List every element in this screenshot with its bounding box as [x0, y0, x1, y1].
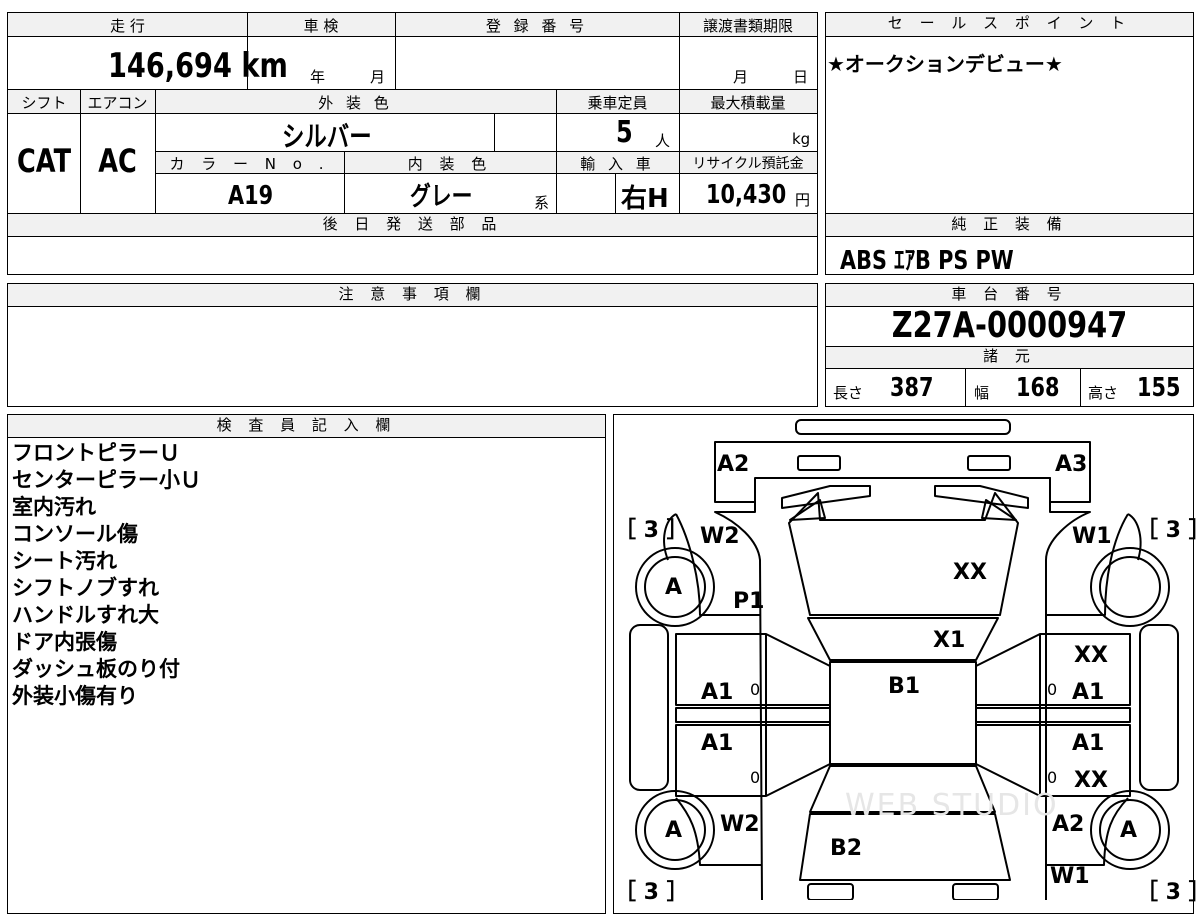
inspector-line: センターピラー小Ｕ: [12, 468, 201, 492]
mark-wheel-rear-left: A: [665, 818, 683, 843]
mark-xx-door-rear-right: XX: [1074, 768, 1108, 793]
inspector-line: 室内汚れ: [12, 495, 96, 519]
length-label: 長さ: [833, 384, 864, 402]
notes-header: 注 意 事 項 欄: [8, 284, 817, 306]
shift-header: シフト: [21, 94, 67, 112]
mark-w1-front: W1: [1072, 524, 1112, 549]
interior-color-value: グレー: [410, 182, 473, 212]
exterior-color-header: 外 装 色: [318, 94, 393, 112]
wheel-front-right: [1090, 547, 1170, 627]
inspection-header: 車 検: [303, 17, 339, 35]
capacity-unit: 人: [655, 132, 671, 150]
height-value: 155: [1137, 373, 1181, 403]
dimensions-header: 諸 元: [826, 346, 1193, 368]
exterior-color-value: シルバー: [282, 120, 372, 153]
inspector-line: フロントピラーＵ: [12, 441, 180, 465]
watermark: WEB STUDIO: [845, 788, 1059, 823]
mark-zero-front-right: 0: [1047, 680, 1058, 699]
later-parts-header: 後 日 発 送 部 品: [8, 214, 817, 236]
mark-wheel-rear-right: A: [1120, 818, 1138, 843]
mark-a2-rear: A2: [1052, 812, 1085, 837]
mark-p1: P1: [733, 589, 765, 614]
mark-a1-door-rear-left: A1: [701, 731, 734, 756]
mileage-value: 146,694 km: [108, 46, 288, 86]
mark-zero-rear-right: 0: [1047, 768, 1058, 787]
mark-w1-rear: W1: [1050, 864, 1090, 889]
deadline-month-label: 月: [733, 68, 749, 86]
inspector-line: コンソール傷: [12, 522, 138, 546]
inspector-line: 外装小傷有り: [12, 684, 138, 708]
recycle-value: 10,430: [706, 180, 787, 210]
inspection-year-label: 年: [310, 68, 326, 86]
mark-a3-front: A3: [1055, 452, 1088, 477]
length-value: 387: [890, 373, 934, 403]
mark-zero-front-left: 0: [750, 680, 761, 699]
capacity-value: 5: [616, 115, 633, 150]
transfer-deadline-header: 譲渡書類期限: [702, 17, 793, 35]
shift-value: CAT: [16, 142, 72, 180]
deadline-day-label: 日: [793, 68, 809, 86]
mark-wheel-front-left: A: [665, 575, 683, 600]
left-sill: [629, 624, 669, 791]
sales-point-text: ★オークションデビュー★: [827, 52, 1063, 76]
mark-w2-rear: W2: [720, 812, 760, 837]
import-header: 輸 入 車: [580, 155, 655, 173]
inspector-line: シフトノブすれ: [12, 576, 159, 600]
tire-tread-front-right: ［ 3 ］: [1136, 518, 1200, 543]
height-label: 高さ: [1088, 384, 1119, 402]
right-sill: [1139, 624, 1179, 791]
aircon-header: エアコン: [87, 94, 148, 112]
sales-point-header: セ ー ル ス ポ イ ン ト: [826, 13, 1193, 36]
mark-a1-door-front-left: A1: [701, 680, 734, 705]
color-no-value: A19: [228, 181, 274, 211]
equipment-text: ABS ｴｱB PS PW: [840, 246, 1014, 276]
capacity-header: 乗車定員: [587, 94, 648, 112]
mark-a1-door-front-right: A1: [1072, 680, 1105, 705]
inspector-line: ドア内張傷: [12, 630, 117, 654]
max-load-unit: kg: [792, 130, 811, 148]
registration-header: 登 録 番 号: [485, 17, 589, 35]
mark-a1-door-rear-right: A1: [1072, 731, 1105, 756]
tire-tread-rear-left: ［ 3 ］: [614, 880, 689, 905]
interior-color-header: 内 装 色: [407, 155, 493, 173]
recycle-header: リサイクル預託金: [692, 156, 804, 172]
equipment-header: 純 正 装 備: [826, 214, 1193, 236]
inspector-header: 検 査 員 記 入 欄: [8, 415, 605, 437]
mark-a2-front: A2: [717, 452, 750, 477]
mileage-header: 走 行: [110, 17, 145, 35]
mark-b2-tailgate: B2: [830, 836, 863, 861]
recycle-unit: 円: [795, 191, 811, 209]
front-bumper-bar: [795, 419, 1011, 435]
aircon-value: AC: [98, 142, 137, 180]
mark-w2-front: W2: [700, 524, 740, 549]
interior-color-suffix: 系: [534, 194, 550, 212]
chassis-header: 車 台 番 号: [826, 284, 1193, 306]
front-bumper: [714, 441, 1091, 503]
tire-tread-front-left: ［ 3 ］: [614, 518, 689, 543]
mark-b1-roof: B1: [888, 674, 921, 699]
color-no-header: カ ラ ー N o .: [169, 155, 330, 173]
mark-xx-door-front-right: XX: [1074, 643, 1108, 668]
chassis-number: Z27A-0000947: [891, 305, 1128, 346]
inspector-line: ダッシュ板のり付: [12, 657, 180, 681]
sales-point-box: [825, 12, 1194, 214]
width-value: 168: [1016, 373, 1060, 403]
mark-zero-rear-left: 0: [750, 768, 761, 787]
inspector-line: シート汚れ: [12, 549, 117, 573]
max-load-header: 最大積載量: [710, 94, 786, 112]
width-label: 幅: [974, 384, 990, 402]
windshield: [807, 617, 999, 661]
mark-xx-hood: XX: [953, 560, 987, 585]
import-value: 右H: [621, 184, 669, 214]
inspection-month-label: 月: [370, 68, 386, 86]
inspector-line: ハンドルすれ大: [12, 603, 159, 627]
tire-tread-rear-right: ［ 3 ］: [1136, 880, 1200, 905]
mark-x1: X1: [933, 628, 966, 653]
